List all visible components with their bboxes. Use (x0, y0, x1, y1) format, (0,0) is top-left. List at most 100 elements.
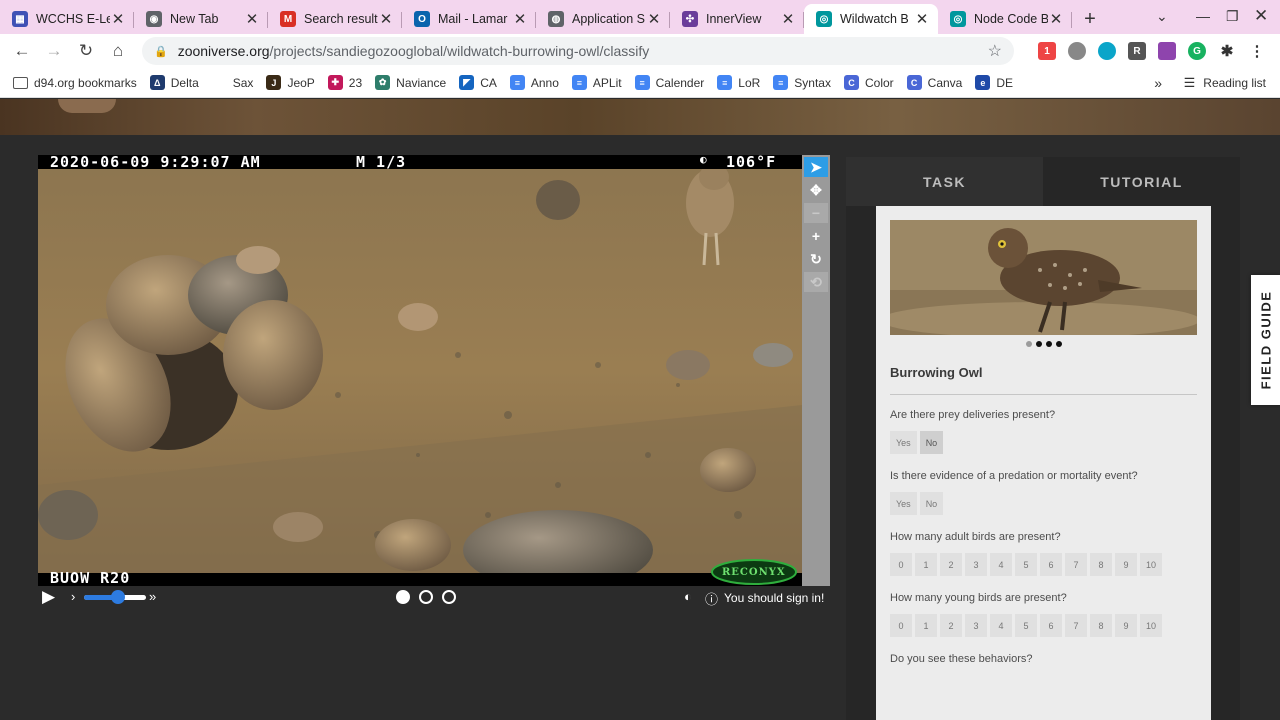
answer-button[interactable]: 9 (1115, 614, 1137, 637)
answer-button[interactable]: 5 (1015, 614, 1037, 637)
close-window-button[interactable]: ✕ (1254, 6, 1268, 26)
extension-globe-icon[interactable] (1098, 42, 1116, 60)
carousel-dot[interactable] (1055, 341, 1062, 347)
bookmark-item[interactable]: Δ Delta (149, 75, 199, 90)
metadata-info-icon[interactable]: ⓘ (705, 589, 718, 608)
browser-tab[interactable]: ◎ Wildwatch B ✕ (804, 4, 938, 34)
answer-button[interactable]: 10 (1140, 553, 1163, 576)
answer-button[interactable]: Yes (890, 492, 917, 515)
close-tab-icon[interactable]: ✕ (646, 10, 662, 28)
answer-button[interactable]: No (919, 431, 944, 454)
bookmark-item[interactable]: Sax (211, 75, 253, 90)
extension-puzzle-purple-icon[interactable] (1158, 42, 1176, 60)
tab-task[interactable]: TASK (846, 157, 1043, 206)
extensions-puzzle-icon[interactable]: ✱ (1218, 42, 1236, 60)
carousel-dot[interactable] (1035, 341, 1042, 347)
close-tab-icon[interactable]: ✕ (512, 10, 528, 28)
restore-button[interactable]: ❐ (1226, 8, 1239, 25)
fast-forward-icon[interactable]: » (149, 589, 156, 604)
zoom-in-icon[interactable]: + (804, 226, 828, 246)
answer-button[interactable]: 9 (1115, 553, 1137, 576)
answer-button[interactable]: 1 (915, 553, 937, 576)
browser-tab[interactable]: ◍ Application S ✕ (536, 4, 670, 34)
close-tab-icon[interactable]: ✕ (244, 10, 260, 28)
minimize-button[interactable]: — (1196, 8, 1210, 24)
bookmark-item[interactable]: ≡ LoR (717, 75, 760, 90)
answer-button[interactable]: 4 (990, 614, 1012, 637)
bookmark-item[interactable]: e DE (975, 75, 1013, 90)
bookmark-item[interactable]: ✚ 23 (327, 75, 362, 90)
back-button[interactable]: ← (6, 41, 38, 61)
bookmark-item[interactable]: ≡ Anno (509, 75, 559, 90)
speed-slider-track[interactable] (84, 590, 146, 604)
answer-button[interactable]: 8 (1090, 614, 1112, 637)
bookmark-item[interactable]: ✿ Naviance (375, 75, 446, 90)
answer-button[interactable]: 1 (915, 614, 937, 637)
carousel-dot[interactable] (1025, 341, 1032, 347)
browser-tab[interactable]: M Search result ✕ (268, 4, 402, 34)
close-tab-icon[interactable]: ✕ (110, 10, 126, 28)
bookmark-item[interactable]: ◤ CA (459, 75, 497, 90)
field-guide-button[interactable]: FIELD GUIDE (1251, 275, 1280, 405)
bookmark-item[interactable]: J JeoP (266, 75, 315, 90)
frame-dot[interactable] (419, 590, 433, 604)
answer-button[interactable]: 7 (1065, 614, 1087, 637)
extension-grey-icon[interactable] (1068, 42, 1086, 60)
extension-grammarly-icon[interactable]: G (1188, 42, 1206, 60)
carousel-dot[interactable] (1045, 341, 1052, 347)
address-bar[interactable]: 🔒 zooniverse.org/projects/sandiegozooglo… (142, 37, 1014, 65)
browser-tab[interactable]: ✣ InnerView ✕ (670, 4, 804, 34)
answer-button[interactable]: 7 (1065, 553, 1087, 576)
answer-button[interactable]: 2 (940, 553, 962, 576)
extension-r-icon[interactable]: R (1128, 42, 1146, 60)
browser-tab[interactable]: ◎ Node Code B ✕ (938, 4, 1072, 34)
browser-tab[interactable]: O Mail - Lamar ✕ (402, 4, 536, 34)
subject-image[interactable]: 2020-06-09 9:29:07 AM M 1/3 ◐ 106°F BUOW… (38, 155, 802, 586)
frame-dot[interactable] (442, 590, 456, 604)
bookmark-star-icon[interactable]: ☆ (988, 41, 1002, 61)
invert-colors-icon[interactable]: ◐ (684, 589, 692, 604)
frame-dot[interactable] (396, 590, 410, 604)
close-tab-icon[interactable]: ✕ (780, 10, 796, 28)
answer-button[interactable]: 0 (890, 614, 912, 637)
bookmark-item[interactable]: d94.org bookmarks (13, 76, 137, 90)
browser-tab[interactable]: ▦ WCCHS E-Le ✕ (0, 4, 134, 34)
step-forward-icon[interactable]: › (71, 589, 75, 604)
answer-button[interactable]: 8 (1090, 553, 1112, 576)
answer-button[interactable]: 2 (940, 614, 962, 637)
answer-button[interactable]: 0 (890, 553, 912, 576)
answer-button[interactable]: 6 (1040, 553, 1062, 576)
pointer-tool-icon[interactable]: ➤ (804, 157, 828, 177)
bookmark-item[interactable]: C Canva (906, 75, 962, 90)
bookmark-item[interactable]: C Color (843, 75, 894, 90)
answer-button[interactable]: 4 (990, 553, 1012, 576)
browser-tab[interactable]: ◉ New Tab ✕ (134, 4, 268, 34)
move-tool-icon[interactable]: ✥ (804, 180, 828, 200)
bookmark-item[interactable]: ≡ Calender (634, 75, 704, 90)
project-avatar[interactable] (58, 99, 116, 113)
bookmarks-overflow-button[interactable]: » (1154, 75, 1162, 91)
home-button[interactable]: ⌂ (102, 41, 134, 61)
zoom-out-icon[interactable]: − (804, 203, 828, 223)
bookmark-item[interactable]: ≡ Syntax (773, 75, 831, 90)
answer-button[interactable]: 3 (965, 553, 987, 576)
species-example-photo[interactable] (890, 220, 1197, 335)
close-tab-icon[interactable]: ✕ (1048, 10, 1064, 28)
reading-list[interactable]: ☰ Reading list (1184, 75, 1266, 91)
answer-button[interactable]: Yes (890, 431, 917, 454)
speed-slider-handle[interactable] (111, 590, 126, 604)
menu-kebab-icon[interactable]: ⋮ (1248, 42, 1266, 60)
reload-button[interactable]: ↻ (70, 41, 102, 61)
tab-search-icon[interactable]: ⌄ (1156, 8, 1168, 25)
bookmark-item[interactable]: ≡ APLit (571, 75, 622, 90)
answer-button[interactable]: 3 (965, 614, 987, 637)
rotate-icon[interactable]: ↻ (804, 249, 828, 269)
answer-button[interactable]: 5 (1015, 553, 1037, 576)
close-tab-icon[interactable]: ✕ (378, 10, 394, 28)
extension-badge-icon[interactable]: 1 (1038, 42, 1056, 60)
answer-button[interactable]: 6 (1040, 614, 1062, 637)
play-icon[interactable]: ▶ (42, 587, 55, 607)
answer-button[interactable]: No (919, 492, 944, 515)
tab-tutorial[interactable]: TUTORIAL (1043, 157, 1240, 206)
answer-button[interactable]: 10 (1140, 614, 1163, 637)
